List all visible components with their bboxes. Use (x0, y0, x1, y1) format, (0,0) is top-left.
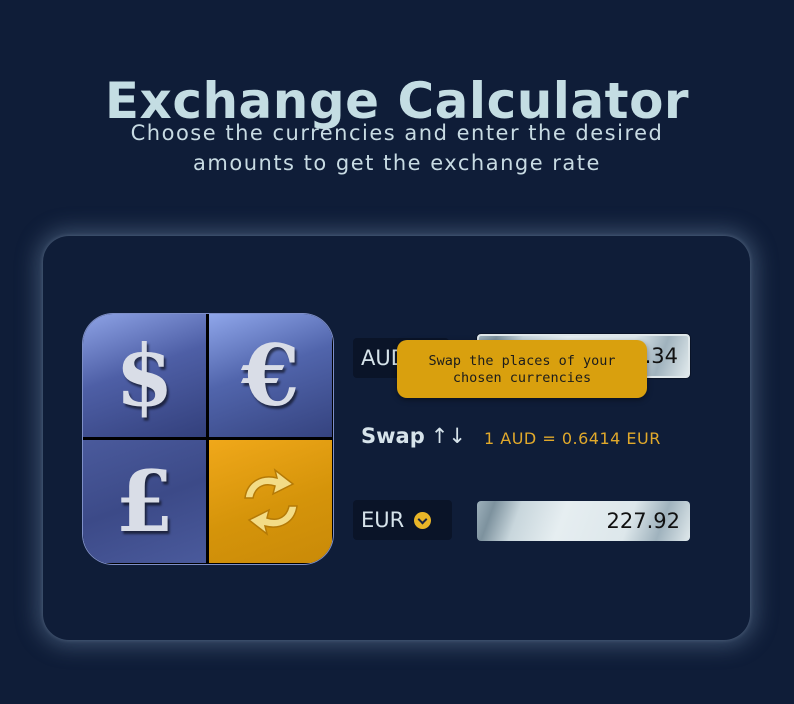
currency-logo: $ € £ (83, 314, 333, 564)
tooltip-line-2: chosen currencies (452, 370, 592, 386)
swap-tooltip: Swap the places of your chosen currencie… (397, 340, 647, 398)
euro-icon: € (209, 314, 332, 437)
chevron-down-icon (414, 511, 432, 529)
swap-arrows-icon (209, 440, 332, 563)
pound-icon: £ (83, 440, 206, 563)
page-subtitle: Choose the currencies and enter the desi… (0, 118, 794, 178)
subtitle-line-2: amounts to get the exchange rate (193, 151, 601, 175)
to-currency-label: EUR (361, 508, 405, 532)
swap-label: Swap (361, 424, 425, 448)
swap-arrows-icon: ↑↓ (430, 424, 466, 448)
to-currency-select[interactable]: EUR (353, 500, 452, 540)
to-amount-input[interactable] (477, 501, 690, 541)
swap-button[interactable]: Swap ↑↓ (361, 424, 466, 448)
exchange-rate-text: 1 AUD = 0.6414 EUR (484, 429, 661, 448)
subtitle-line-1: Choose the currencies and enter the desi… (130, 121, 664, 145)
tooltip-line-1: Swap the places of your (428, 353, 616, 369)
dollar-icon: $ (83, 314, 206, 437)
